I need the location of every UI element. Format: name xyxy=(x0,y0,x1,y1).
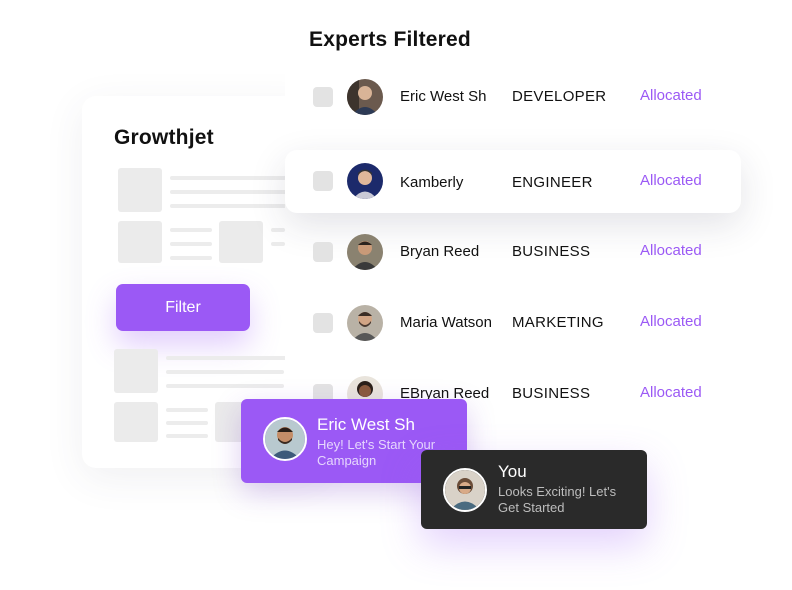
app-title: Growthjet xyxy=(114,126,214,149)
expert-role: ENGINEER xyxy=(512,174,593,191)
status-label[interactable]: Allocated xyxy=(640,242,702,259)
expert-role: MARKETING xyxy=(512,314,604,331)
row-checkbox[interactable] xyxy=(313,313,333,333)
row-checkbox[interactable] xyxy=(313,242,333,262)
expert-name: Eric West Sh xyxy=(400,88,487,105)
expert-row[interactable]: Maria Watson MARKETING Allocated xyxy=(285,292,741,354)
placeholder-line xyxy=(166,408,208,412)
avatar xyxy=(347,163,383,199)
expert-name: Bryan Reed xyxy=(400,243,480,260)
placeholder-block xyxy=(118,168,162,212)
message-text: Looks Exciting! Let's Get Started xyxy=(498,484,617,515)
expert-role: BUSINESS xyxy=(512,385,591,402)
filter-button[interactable]: Filter xyxy=(116,284,250,331)
status-label[interactable]: Allocated xyxy=(640,313,702,330)
expert-row[interactable]: Bryan Reed BUSINESS Allocated xyxy=(285,221,741,283)
expert-role: BUSINESS xyxy=(512,243,591,260)
placeholder-block xyxy=(114,402,158,442)
placeholder-line xyxy=(170,176,288,180)
placeholder-line xyxy=(166,370,284,374)
placeholder-line xyxy=(170,228,212,232)
sender-name: You xyxy=(498,462,527,481)
row-checkbox[interactable] xyxy=(313,87,333,107)
placeholder-line xyxy=(271,228,285,232)
placeholder-line xyxy=(166,384,284,388)
placeholder-block xyxy=(114,349,158,393)
avatar xyxy=(347,305,383,341)
placeholder-line xyxy=(170,256,212,260)
placeholder-block xyxy=(118,221,162,263)
expert-role: DEVELOPER xyxy=(512,88,607,105)
row-checkbox[interactable] xyxy=(313,171,333,191)
placeholder-line xyxy=(166,434,208,438)
avatar xyxy=(347,234,383,270)
chat-message-outgoing: You Looks Exciting! Let's Get Started xyxy=(421,450,647,529)
status-label[interactable]: Allocated xyxy=(640,87,702,104)
avatar xyxy=(263,417,307,461)
placeholder-line xyxy=(170,190,288,194)
placeholder-line xyxy=(166,421,208,425)
avatar xyxy=(443,468,487,512)
placeholder-block xyxy=(219,221,263,263)
status-label[interactable]: Allocated xyxy=(640,384,702,401)
expert-row[interactable]: Eric West Sh DEVELOPER Allocated xyxy=(285,66,741,128)
avatar xyxy=(347,79,383,115)
sender-name: Eric West Sh xyxy=(317,415,415,434)
placeholder-line xyxy=(170,204,288,208)
placeholder-line xyxy=(170,242,212,246)
expert-name: Kamberly xyxy=(400,174,464,191)
expert-row[interactable]: Kamberly ENGINEER Allocated xyxy=(285,150,741,213)
status-label[interactable]: Allocated xyxy=(640,172,702,189)
placeholder-line xyxy=(271,242,285,246)
expert-name: Maria Watson xyxy=(400,314,492,331)
experts-title: Experts Filtered xyxy=(309,28,471,51)
